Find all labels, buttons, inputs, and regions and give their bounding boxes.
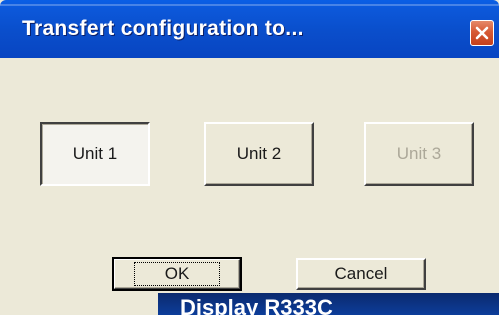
dialog-title-bar[interactable]: Transfert configuration to...	[0, 0, 499, 58]
ok-button[interactable]: OK	[112, 257, 242, 291]
ok-label: OK	[133, 262, 221, 286]
cancel-label: Cancel	[334, 264, 388, 283]
close-icon	[475, 26, 489, 40]
unit-2-label: Unit 2	[236, 144, 282, 163]
dialog-title: Transfert configuration to...	[22, 17, 304, 40]
cancel-button[interactable]: Cancel	[296, 258, 426, 290]
unit-3-button: Unit 3	[364, 122, 474, 186]
close-button[interactable]	[470, 20, 494, 46]
unit-1-button[interactable]: Unit 1	[40, 122, 150, 186]
background-window-title-bar[interactable]: Display R333C	[158, 293, 499, 315]
title-bar-highlight	[0, 4, 499, 6]
dialog-body: Unit 1 Unit 2 Unit 3 OK Cancel	[0, 58, 499, 315]
unit-2-button[interactable]: Unit 2	[204, 122, 314, 186]
unit-1-label: Unit 1	[72, 144, 118, 163]
background-window-title: Display R333C	[180, 295, 333, 315]
unit-3-label: Unit 3	[396, 144, 442, 163]
